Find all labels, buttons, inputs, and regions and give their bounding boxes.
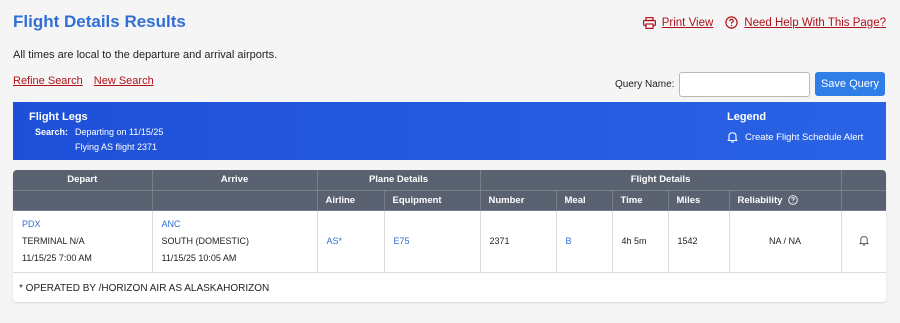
header-actions	[841, 170, 886, 191]
top-links: Print View Need Help With This Page?	[642, 16, 886, 29]
flight-number: 2371	[480, 210, 557, 273]
help-link[interactable]: Need Help With This Page?	[725, 16, 886, 29]
bell-alert-icon[interactable]	[859, 235, 869, 246]
subheader-airline: Airline	[317, 190, 385, 211]
query-name-label: Query Name:	[615, 79, 675, 90]
info-icon[interactable]	[788, 195, 798, 205]
legend-item-label: Create Flight Schedule Alert	[745, 131, 864, 143]
header-depart: Depart	[13, 170, 153, 191]
new-search-link[interactable]: New Search	[94, 75, 154, 87]
subheader-actions-empty	[841, 190, 886, 211]
results-table-card: Depart Arrive Plane Details Flight Detai…	[13, 170, 886, 302]
subheader-arrive-empty	[152, 190, 318, 211]
page-title: Flight Details Results	[13, 12, 186, 31]
depart-cell: PDX TERMINAL N/A 11/15/25 7:00 AM	[13, 210, 153, 273]
arrive-airport-link[interactable]: ANC	[162, 216, 317, 233]
arrive-time: 11/15/25 10:05 AM	[161, 252, 237, 263]
flight-time: 4h 5m	[612, 210, 669, 273]
flight-legs-banner: Flight Legs Search: Departing on 11/15/2…	[13, 102, 886, 160]
header-plane-details: Plane Details	[317, 170, 481, 191]
meal-link[interactable]: B	[566, 236, 572, 246]
depart-time: 11/15/25 7:00 AM	[22, 252, 92, 263]
header-arrive: Arrive	[152, 170, 318, 191]
query-name-input[interactable]	[679, 72, 810, 97]
arrive-cell: ANC SOUTH (DOMESTIC) 11/15/25 10:05 AM	[152, 210, 318, 273]
airline-link[interactable]: AS*	[327, 236, 343, 246]
reliability-label: Reliability	[737, 194, 783, 206]
subtitle: All times are local to the departure and…	[13, 49, 278, 61]
legend-title: Legend	[727, 111, 767, 123]
banner-search-label: Search:	[35, 127, 69, 137]
search-links: Refine Search New Search	[13, 75, 162, 87]
flight-results-table: Depart Arrive Plane Details Flight Detai…	[13, 170, 886, 273]
subheader-meal: Meal	[556, 190, 613, 211]
banner-search-flight: Flying AS flight 2371	[75, 142, 158, 152]
subheader-miles: Miles	[668, 190, 730, 211]
table-row: PDX TERMINAL N/A 11/15/25 7:00 AM ANC SO…	[13, 210, 886, 273]
airline-cell: AS*	[317, 210, 385, 273]
depart-airport-link[interactable]: PDX	[22, 216, 152, 233]
reliability-value: NA / NA	[729, 210, 842, 273]
bell-icon	[727, 131, 738, 143]
print-view-label: Print View	[661, 16, 714, 29]
refine-search-link[interactable]: Refine Search	[13, 75, 83, 87]
alert-cell	[841, 210, 886, 273]
help-label: Need Help With This Page?	[744, 16, 886, 29]
subheader-equipment: Equipment	[384, 190, 481, 211]
save-query-button[interactable]: Save Query	[815, 72, 885, 96]
print-view-link[interactable]: Print View	[642, 16, 714, 29]
flight-miles: 1542	[668, 210, 730, 273]
subheader-depart-empty	[13, 190, 153, 211]
operated-by-footnote: * OPERATED BY /HORIZON AIR AS ALASKAHORI…	[19, 283, 270, 294]
equipment-link[interactable]: E75	[394, 236, 410, 246]
header-flight-details: Flight Details	[480, 170, 842, 191]
depart-terminal: TERMINAL N/A	[22, 235, 85, 246]
help-icon	[725, 16, 738, 29]
subheader-reliability: Reliability	[729, 190, 842, 211]
banner-title: Flight Legs	[29, 111, 88, 123]
equipment-cell: E75	[384, 210, 481, 273]
printer-icon	[642, 16, 656, 29]
subheader-time: Time	[612, 190, 669, 211]
banner-search-date: Departing on 11/15/25	[75, 127, 164, 137]
meal-cell: B	[556, 210, 613, 273]
legend-item-alert: Create Flight Schedule Alert	[727, 131, 863, 143]
subheader-number: Number	[480, 190, 557, 211]
arrive-terminal: SOUTH (DOMESTIC)	[161, 235, 250, 246]
